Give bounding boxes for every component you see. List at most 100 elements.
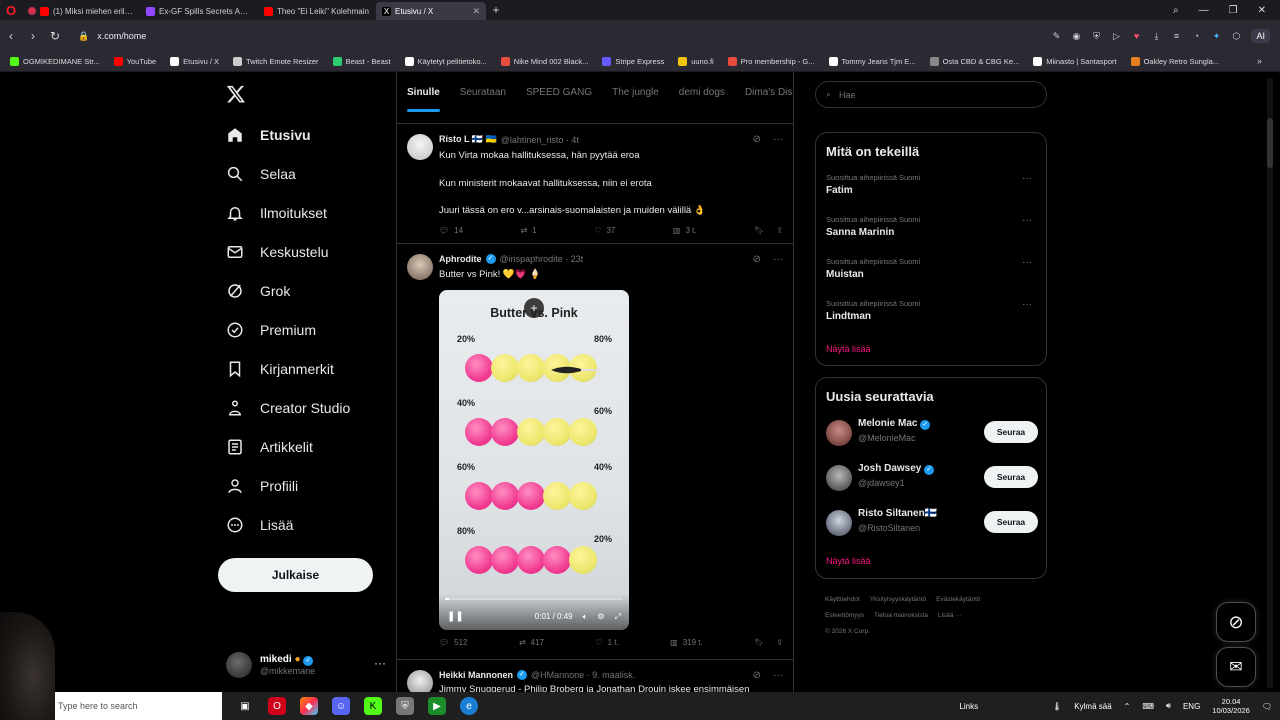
nav-item-etusivu[interactable]: Etusivu — [226, 126, 311, 144]
bookmark-item[interactable]: YouTube — [113, 57, 156, 66]
edit-icon[interactable]: ✎ — [1051, 31, 1061, 42]
follow-suggestion[interactable]: Josh Dawsey ✓ @jdawsey1 Seuraa — [826, 463, 1038, 497]
video-progress[interactable] — [445, 598, 623, 600]
trend-item[interactable]: Suosittua aihepiirissä Suomi Muistan ··· — [826, 257, 1040, 280]
links-toolbar[interactable]: Links — [959, 702, 978, 711]
footer-link[interactable]: Tietoa mainoksista — [874, 612, 928, 619]
bookmark-item[interactable]: uuno.fi — [678, 57, 714, 66]
timeline-tab[interactable]: Sinulle — [407, 87, 440, 112]
bookmark-icon[interactable]: 🔖︎ — [754, 226, 764, 235]
browser-tab-2[interactable]: Ex-GF Spills Secrets About — [140, 2, 258, 20]
volume-icon[interactable]: 🔈︎ — [583, 612, 588, 622]
forward-icon[interactable]: › — [22, 29, 44, 43]
bookmarks-overflow-icon[interactable]: » — [1257, 56, 1262, 66]
clock[interactable]: 20.04 10/03/2026 — [1212, 697, 1250, 715]
more-options-icon[interactable]: ··· — [773, 134, 783, 145]
heart-icon[interactable]: ♥ — [1131, 31, 1141, 41]
avatar[interactable] — [826, 420, 852, 446]
back-icon[interactable]: ‹ — [0, 29, 22, 43]
nav-item-creator-studio[interactable]: Creator Studio — [226, 399, 350, 417]
like-button[interactable]: ♡ 1 t. — [595, 638, 618, 647]
weather-icon[interactable]: 🌡︎ — [1052, 702, 1062, 711]
timeline-tab[interactable]: Seurataan — [460, 87, 506, 98]
footer-link[interactable]: Lisää ··· — [938, 612, 962, 619]
reply-button[interactable]: 💬︎ 512 — [439, 638, 468, 647]
page-scrollbar[interactable] — [1267, 78, 1273, 688]
maximize-icon[interactable]: ❐ — [1229, 5, 1238, 16]
footer-link[interactable]: Evästekäytäntö — [936, 596, 980, 603]
bookmark-item[interactable]: Tommy Jeans Tjm E... — [828, 57, 916, 66]
views-button[interactable]: ▥ 3 t. — [673, 226, 697, 235]
follow-button[interactable]: Seuraa — [984, 421, 1038, 443]
nav-item-profiili[interactable]: Profiili — [226, 477, 298, 495]
avatar[interactable] — [826, 465, 852, 491]
task-view-icon[interactable]: ▣ — [236, 697, 254, 715]
follow-suggestion[interactable]: Melonie Mac ✓ @MelonieMac Seuraa — [826, 418, 1038, 452]
search-input[interactable]: ⌕ Hae — [815, 81, 1047, 108]
scroll-thumb[interactable] — [1267, 118, 1273, 168]
bookmark-item[interactable]: Etusivu / X — [170, 57, 219, 66]
nav-item-keskustelu[interactable]: Keskustelu — [226, 243, 328, 261]
trend-item[interactable]: Suosittua aihepiirissä Suomi Fatim ··· — [826, 173, 1040, 196]
grok-icon[interactable]: ⊘ — [753, 134, 761, 145]
reply-button[interactable]: 💬︎ 14 — [439, 226, 463, 235]
post-button[interactable]: Julkaise — [218, 558, 373, 592]
share-icon[interactable]: ⇪ — [776, 638, 783, 647]
follow-name[interactable]: Melonie Mac ✓ — [858, 418, 931, 430]
language-indicator[interactable]: ENG — [1183, 702, 1200, 711]
grok-icon[interactable]: ⊘ — [753, 254, 761, 265]
show-more-link[interactable]: Näytä lisää — [826, 344, 871, 354]
avatar[interactable] — [407, 254, 433, 280]
more-options-icon[interactable]: ··· — [374, 656, 386, 670]
avatar[interactable] — [407, 670, 433, 692]
x-logo-icon[interactable] — [226, 84, 246, 104]
like-button[interactable]: ♡ 37 — [594, 226, 615, 235]
bookmark-item[interactable]: Miinasto | Santasport — [1033, 57, 1117, 66]
shield-taskbar-icon[interactable]: ⛨ — [396, 697, 414, 715]
app-taskbar-icon[interactable]: ◆ — [300, 697, 318, 715]
bookmark-item[interactable]: Käytetyt pelitietoko... — [404, 57, 487, 66]
nav-item-artikkelit[interactable]: Artikkelit — [226, 438, 313, 456]
cube-icon[interactable]: ⬡ — [1231, 31, 1241, 42]
search-tabs-icon[interactable]: ⌕ — [1173, 5, 1179, 16]
browser-tab-active[interactable]: X Etusivu / X ✕ — [376, 2, 486, 20]
nav-item-ilmoitukset[interactable]: Ilmoitukset — [226, 204, 327, 222]
network-icon[interactable]: ⌨ — [1142, 702, 1154, 711]
close-window-icon[interactable]: ✕ — [1258, 5, 1266, 16]
footer-link[interactable]: Käyttöehdot — [825, 596, 860, 603]
grok-fab-button[interactable]: ⊘ — [1216, 602, 1256, 642]
trend-item[interactable]: Suosittua aihepiirissä Suomi Lindtman ··· — [826, 299, 1040, 322]
show-more-link[interactable]: Näytä lisää — [826, 556, 871, 566]
browser-tab-1[interactable]: (1) Miksi miehen erilaisuu — [22, 2, 140, 20]
messages-fab-button[interactable]: ✉ — [1216, 647, 1256, 687]
ai-button[interactable]: AI — [1251, 29, 1270, 43]
new-tab-button[interactable]: + — [486, 3, 506, 17]
bookmark-item[interactable]: Osta CBD & CBG Ke... — [929, 57, 1019, 66]
opera-logo-icon[interactable]: O — [0, 0, 22, 20]
footer-link[interactable]: Esteettömyys — [825, 612, 864, 619]
author-name[interactable]: Heikki Mannonen — [439, 670, 513, 680]
bookmark-item[interactable]: Beast - Beast — [332, 57, 391, 66]
volume-icon[interactable]: 🔊︎ — [1166, 701, 1171, 711]
author-name[interactable]: Risto L 🇫🇮 🇺🇦 — [439, 134, 497, 145]
avatar[interactable] — [826, 510, 852, 536]
play-taskbar-icon[interactable]: ▶ — [428, 697, 446, 715]
url-field[interactable]: 🔒 x.com/home — [78, 25, 1051, 47]
camera-icon[interactable]: ◉ — [1071, 31, 1081, 42]
bookmark-item[interactable]: Stripe Express — [602, 57, 664, 66]
shield-icon[interactable]: ⛨ — [1091, 31, 1101, 42]
grok-icon[interactable]: ⊘ — [753, 670, 761, 681]
timeline-tab[interactable]: demi dogs — [679, 87, 725, 98]
kick-taskbar-icon[interactable]: K — [364, 697, 382, 715]
repost-button[interactable]: ⇄ 1 — [521, 226, 537, 235]
bookmark-icon[interactable]: 🔖︎ — [754, 638, 764, 647]
timeline-tab[interactable]: SPEED GANG — [526, 87, 592, 98]
more-options-icon[interactable]: ··· — [1022, 215, 1032, 226]
follow-button[interactable]: Seuraa — [984, 466, 1038, 488]
more-options-icon[interactable]: ··· — [1022, 299, 1032, 310]
account-switcher[interactable]: mikedi ● ✓ @mikkemane ··· — [226, 650, 386, 680]
follow-button[interactable]: Seuraa — [984, 511, 1038, 533]
trend-item[interactable]: Suosittua aihepiirissä Suomi Sanna Marini… — [826, 215, 1040, 238]
footer-link[interactable]: Yksityisyyskäytäntö — [870, 596, 926, 603]
video-player[interactable]: Butter vs. Pink + 20%80%40%60%60%40%80%2… — [439, 290, 629, 630]
